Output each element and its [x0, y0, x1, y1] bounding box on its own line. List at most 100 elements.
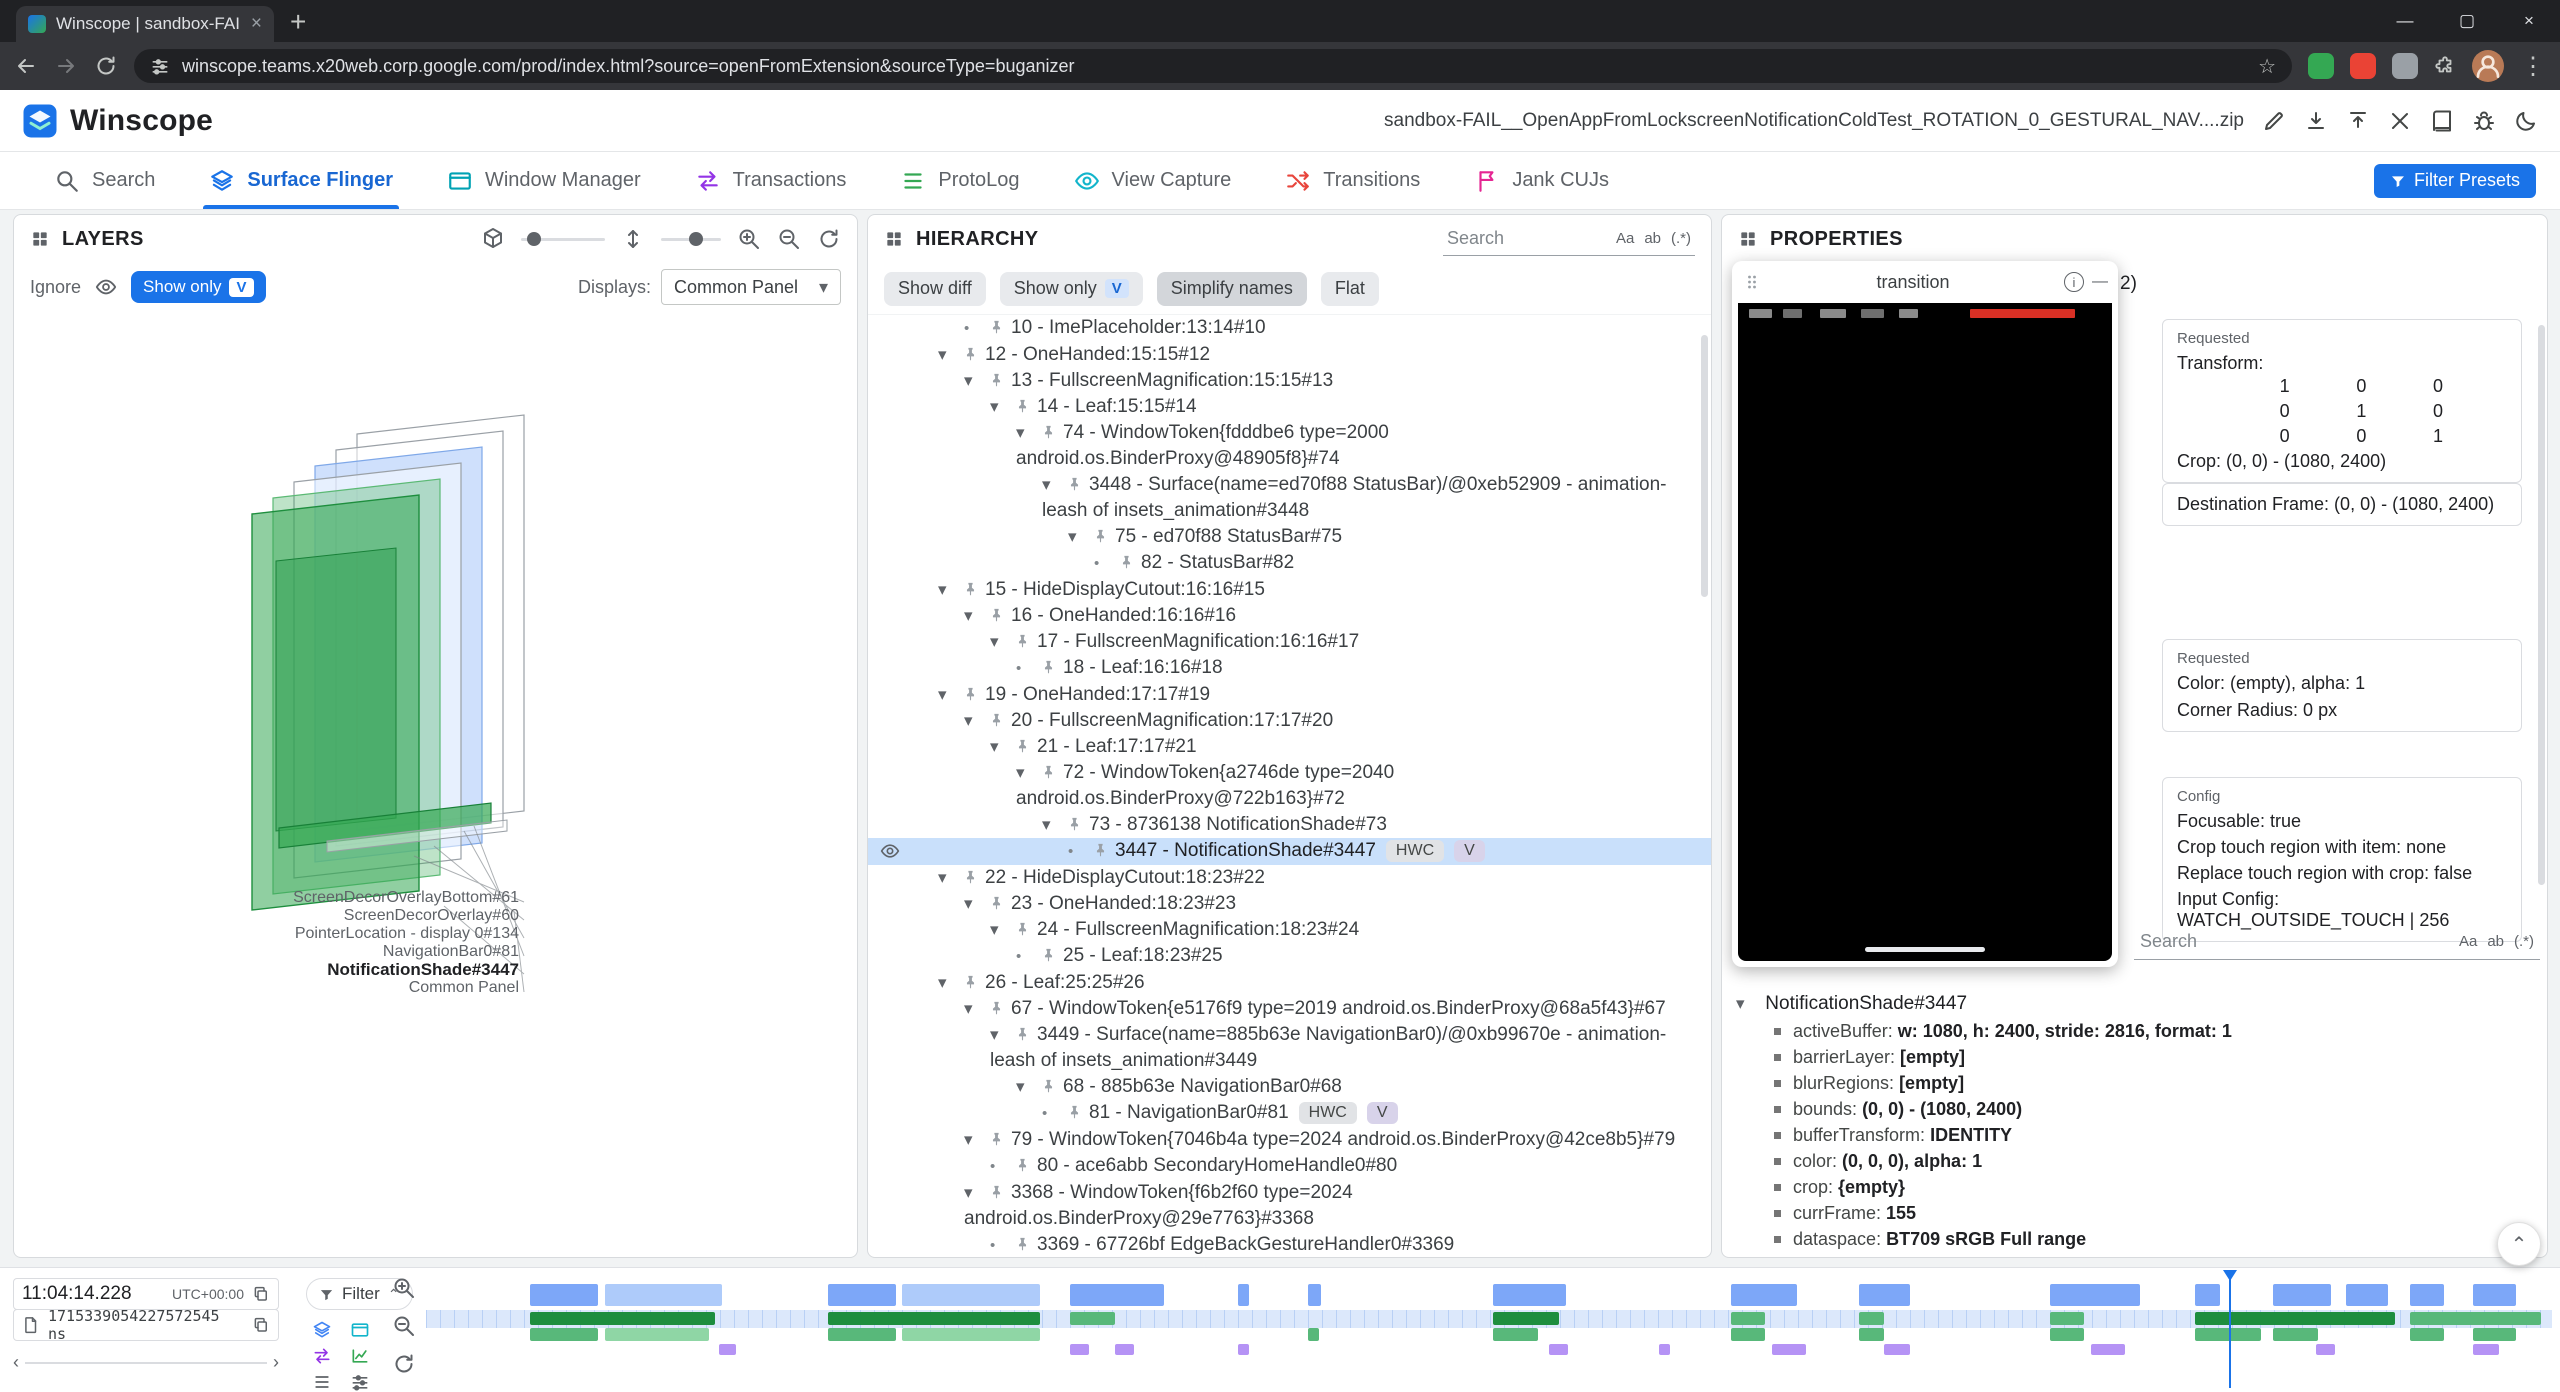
tree-node[interactable]: ▾22 - HideDisplayCutout:18:23#22: [868, 865, 1711, 891]
expand-arrow-icon[interactable]: ▾: [938, 865, 962, 891]
trace-segment[interactable]: [1731, 1284, 1797, 1306]
trace-segment[interactable]: [1238, 1344, 1249, 1355]
trace-segment[interactable]: [902, 1284, 1040, 1306]
pin-icon[interactable]: [1040, 658, 1057, 675]
layer-label[interactable]: ScreenDecorOverlayBottom#61: [154, 889, 519, 907]
tree-node[interactable]: •3447 - NotificationShade#3447HWCV: [868, 838, 1711, 865]
expand-arrow-icon[interactable]: ▾: [964, 708, 988, 734]
expand-arrow-icon[interactable]: ▾: [1042, 812, 1066, 838]
window-minimize-button[interactable]: —: [2374, 11, 2436, 31]
pin-icon[interactable]: [1040, 1077, 1057, 1094]
trace-segment[interactable]: [2346, 1284, 2389, 1306]
tree-node[interactable]: •82 - StatusBar#82: [868, 550, 1711, 577]
property-row[interactable]: color: (0, 0, 0), alpha: 1: [1722, 1148, 2547, 1174]
trace-segment[interactable]: [1493, 1284, 1565, 1306]
expand-arrow-icon[interactable]: ▾: [1016, 1074, 1040, 1100]
pin-icon[interactable]: [988, 1130, 1005, 1147]
expand-arrow-icon[interactable]: ▾: [964, 603, 988, 629]
tree-node[interactable]: ▾17 - FullscreenMagnification:16:16#17: [868, 629, 1711, 655]
show-only-button[interactable]: Show only V: [1000, 272, 1143, 306]
screenshot-overlay-window[interactable]: transition i —: [1732, 261, 2118, 967]
regex-icon[interactable]: (.*): [2514, 933, 2534, 950]
scroll-right-icon[interactable]: ›: [273, 1352, 279, 1373]
cujs-trace-icon[interactable]: [350, 1372, 370, 1392]
trace-segment[interactable]: [1238, 1284, 1249, 1306]
pin-icon[interactable]: [1014, 1235, 1031, 1252]
info-icon[interactable]: i: [2064, 272, 2084, 292]
trace-segment[interactable]: [2091, 1344, 2125, 1355]
tree-node[interactable]: •18 - Leaf:16:16#18: [868, 655, 1711, 682]
expand-arrow-icon[interactable]: ▾: [964, 996, 988, 1022]
trace-segment[interactable]: [719, 1344, 736, 1355]
tab-search[interactable]: Search: [54, 152, 155, 209]
trace-segment[interactable]: [2050, 1328, 2084, 1341]
trace-segment[interactable]: [2473, 1328, 2516, 1341]
pin-icon[interactable]: [1014, 737, 1031, 754]
trace-segment[interactable]: [2316, 1344, 2335, 1355]
pin-icon[interactable]: [988, 318, 1005, 335]
trace-segment[interactable]: [1070, 1312, 1115, 1325]
panel-drag-icon[interactable]: [30, 229, 50, 249]
spacing-slider[interactable]: [661, 238, 721, 241]
site-info-icon[interactable]: [150, 56, 170, 76]
cursor-handle[interactable]: [2223, 1270, 2237, 1281]
trace-segment[interactable]: [1859, 1328, 1885, 1341]
property-row[interactable]: activeBuffer: w: 1080, h: 2400, stride: …: [1722, 1018, 2547, 1044]
expand-arrow-icon[interactable]: ▾: [1016, 760, 1040, 786]
expand-arrow-icon[interactable]: ▾: [938, 342, 962, 368]
documentation-icon[interactable]: [2430, 109, 2454, 133]
pin-icon[interactable]: [1092, 527, 1109, 544]
trace-segment[interactable]: [2050, 1312, 2084, 1325]
layer-label[interactable]: ScreenDecorOverlay#60: [154, 907, 519, 925]
flat-button[interactable]: Flat: [1321, 272, 1379, 306]
tab-transitions[interactable]: Transitions: [1285, 152, 1420, 209]
tree-node[interactable]: •25 - Leaf:18:23#25: [868, 943, 1711, 970]
clear-trace-icon[interactable]: [2388, 109, 2412, 133]
profile-avatar[interactable]: [2472, 50, 2504, 82]
copy-icon[interactable]: [252, 1285, 270, 1303]
pin-icon[interactable]: [962, 973, 979, 990]
property-row[interactable]: bounds: (0, 0) - (1080, 2400): [1722, 1096, 2547, 1122]
bookmark-star-icon[interactable]: ☆: [2258, 54, 2276, 79]
upload-icon[interactable]: [2346, 109, 2370, 133]
trace-segment[interactable]: [1308, 1284, 1321, 1306]
trace-segment[interactable]: [605, 1284, 722, 1306]
trace-segment[interactable]: [2410, 1284, 2444, 1306]
extensions-puzzle-icon[interactable]: [2434, 55, 2456, 77]
transitions-trace-icon[interactable]: [312, 1372, 332, 1392]
tree-node[interactable]: •10 - ImePlaceholder:13:14#10: [868, 315, 1711, 342]
expand-arrow-icon[interactable]: ▾: [938, 970, 962, 996]
tree-node[interactable]: •80 - ace6abb SecondaryHomeHandle0#80: [868, 1153, 1711, 1180]
expand-arrow-icon[interactable]: ▾: [990, 629, 1014, 655]
timeline-track[interactable]: [426, 1268, 2552, 1392]
expand-arrow-icon[interactable]: ▾: [1042, 472, 1066, 498]
browser-menu-icon[interactable]: ⋮: [2520, 52, 2546, 81]
trace-segment[interactable]: [1731, 1328, 1765, 1341]
trace-segment[interactable]: [1070, 1344, 1089, 1355]
window-maximize-button[interactable]: ▢: [2436, 11, 2498, 31]
pin-icon[interactable]: [1040, 946, 1057, 963]
tree-node[interactable]: ▾14 - Leaf:15:15#14: [868, 394, 1711, 420]
simplify-names-button[interactable]: Simplify names: [1157, 272, 1307, 306]
timeline-mini-scrollbar[interactable]: ‹ ›: [13, 1352, 279, 1373]
window-manager-trace-icon[interactable]: [350, 1320, 370, 1340]
trace-segment[interactable]: [1115, 1344, 1134, 1355]
tree-node[interactable]: ▾15 - HideDisplayCutout:16:16#15: [868, 577, 1711, 603]
trace-segment[interactable]: [1493, 1312, 1559, 1325]
edit-icon[interactable]: [2262, 109, 2286, 133]
layer-label[interactable]: Common Panel: [154, 979, 519, 997]
trace-segment[interactable]: [828, 1328, 896, 1341]
filter-presets-button[interactable]: Filter Presets: [2374, 164, 2536, 198]
zoom-out-icon[interactable]: [392, 1314, 416, 1338]
pin-icon[interactable]: [1066, 1103, 1083, 1120]
match-case-icon[interactable]: Aa: [2459, 933, 2477, 950]
pin-icon[interactable]: [962, 868, 979, 885]
trace-segment[interactable]: [1070, 1284, 1164, 1306]
tab-window-manager[interactable]: Window Manager: [447, 152, 641, 209]
tree-node[interactable]: ▾19 - OneHanded:17:17#19: [868, 682, 1711, 708]
tab-close-icon[interactable]: ×: [251, 13, 262, 35]
tree-node[interactable]: ▾68 - 885b63e NavigationBar0#68: [868, 1074, 1711, 1100]
pin-icon[interactable]: [1066, 475, 1083, 492]
extension-icon[interactable]: [2350, 53, 2376, 79]
dark-mode-icon[interactable]: [2514, 109, 2538, 133]
